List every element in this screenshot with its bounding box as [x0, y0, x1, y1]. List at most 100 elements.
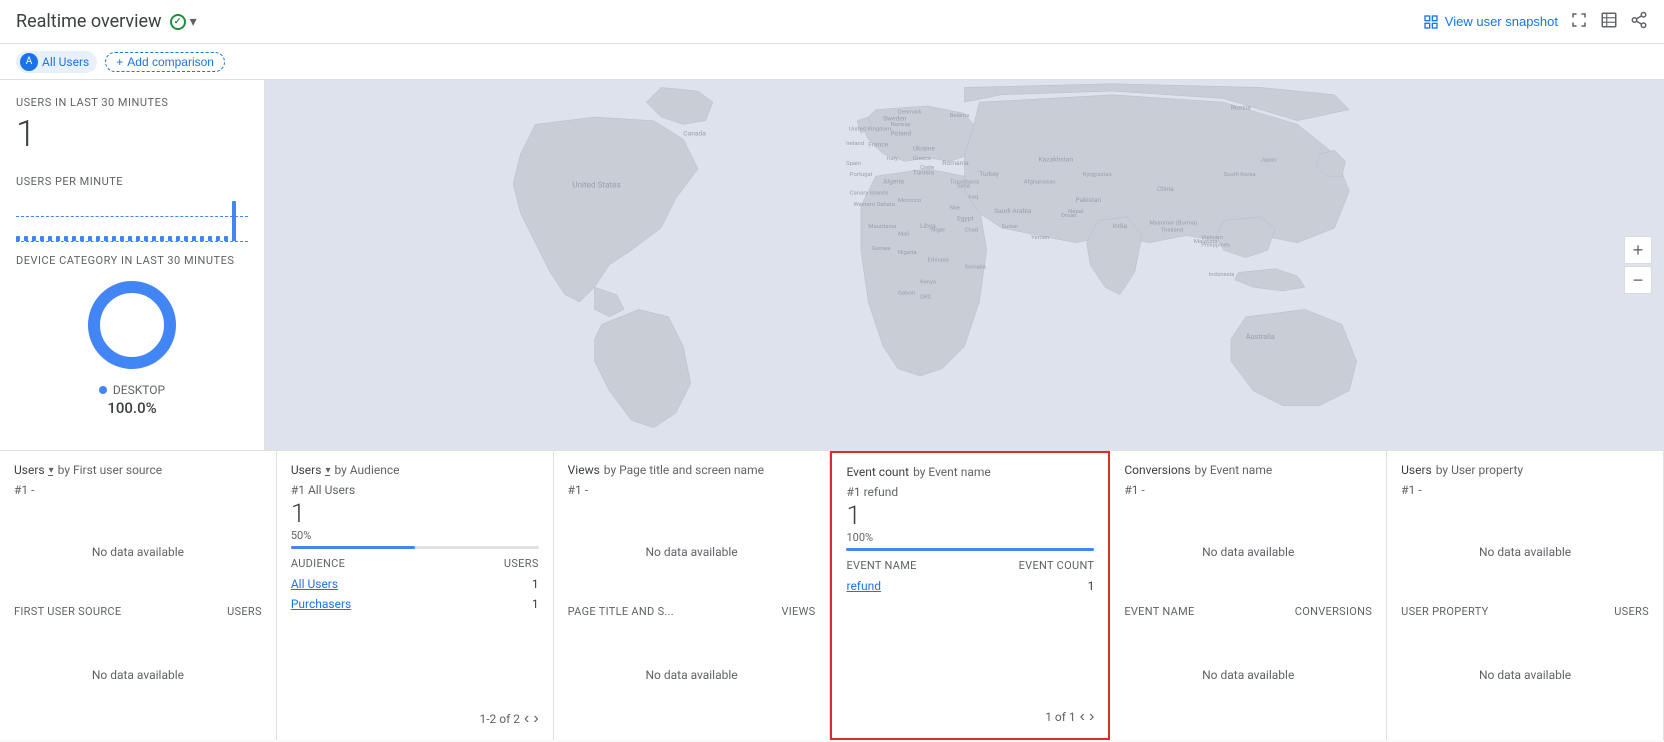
table-button[interactable] [1600, 11, 1618, 32]
svg-text:Afghanistan: Afghanistan [1024, 179, 1056, 186]
table-header: USER PROPERTY USERS [1401, 605, 1649, 618]
add-comparison-button[interactable]: + Add comparison [105, 52, 225, 72]
card-card-1: Users ▾ by First user source#1 -No data … [0, 451, 277, 740]
table-header: AUDIENCEUSERS [291, 557, 539, 570]
svg-text:Romania: Romania [942, 159, 969, 167]
row-name[interactable]: All Users [291, 577, 338, 591]
zoom-out-button[interactable]: − [1624, 266, 1652, 294]
table-icon [1600, 11, 1618, 29]
svg-text:India: India [1113, 222, 1128, 230]
card-title-main: Users [14, 463, 45, 477]
svg-text:Norway: Norway [891, 122, 911, 128]
dropdown-icon[interactable]: ▾ [325, 465, 330, 476]
svg-text:Morocco: Morocco [898, 198, 922, 204]
svg-text:Guinea: Guinea [872, 246, 890, 252]
card-card-4: Event count by Event name#1 refund1100%E… [830, 451, 1110, 740]
card-title-main: Event count [846, 465, 909, 479]
svg-text:Denmark: Denmark [898, 109, 922, 115]
all-users-chip[interactable]: A All Users [16, 51, 97, 73]
card-title: Event count by Event name [846, 465, 1094, 479]
card-title-suffix: by First user source [58, 463, 163, 477]
share-button[interactable] [1630, 11, 1648, 32]
device-category-section: DEVICE CATEGORY IN LAST 30 MINUTES DESKT… [16, 254, 248, 417]
svg-text:Canary Islands: Canary Islands [850, 191, 889, 197]
row-value: 1 [1088, 579, 1095, 593]
expand-button[interactable] [1570, 11, 1588, 32]
users-30min-value: 1 [16, 113, 248, 155]
page-title: Realtime overview [16, 11, 162, 32]
card-title-suffix: by Event name [913, 465, 991, 479]
card-title-main: Users [291, 463, 322, 477]
sparkline-chart [16, 192, 248, 242]
add-comparison-label: Add comparison [127, 55, 214, 69]
col2-header: VIEWS [781, 605, 815, 618]
header-dropdown-button[interactable]: ▾ [190, 13, 197, 30]
pagination-prev-button[interactable]: ‹ [1080, 708, 1085, 726]
users-30min-section: USERS IN LAST 30 MINUTES 1 [16, 96, 248, 155]
main-area: USERS IN LAST 30 MINUTES 1 USERS PER MIN… [0, 80, 1664, 450]
users-per-minute-section: USERS PER MINUTE [16, 175, 248, 242]
card-rank: #1 All Users [291, 483, 539, 497]
card-title-suffix: by Page title and screen name [604, 463, 764, 477]
svg-text:Nepal: Nepal [1068, 209, 1083, 215]
svg-text:Ireland: Ireland [846, 141, 864, 147]
svg-text:Ethiopia: Ethiopia [928, 257, 949, 263]
table-row: Purchasers 1 [291, 594, 539, 614]
svg-text:Mauritania: Mauritania [868, 224, 896, 230]
svg-text:Ukraine: Ukraine [913, 144, 936, 152]
col2-header: USERS [227, 605, 262, 618]
no-data-bottom: No data available [1479, 660, 1571, 690]
card-footer: 1 of 1 ‹› [846, 708, 1094, 726]
table-header: EVENT NAME EVENT COUNT [846, 559, 1094, 572]
svg-text:Sudan: Sudan [1002, 224, 1019, 230]
desktop-pct: 100.0% [107, 399, 156, 417]
col2-header: EVENT COUNT [1019, 559, 1095, 572]
card-title: Users by User property [1401, 463, 1649, 477]
svg-text:Crete: Crete [920, 165, 934, 171]
no-data-top: No data available [1202, 537, 1294, 567]
no-data-top: No data available [645, 537, 737, 567]
svg-text:United States: United States [572, 179, 620, 189]
col2-header: USERS [504, 557, 539, 570]
bottom-cards-row: Users ▾ by First user source #1 - No data … [0, 450, 1664, 740]
col1-header: USER PROPERTY [1401, 605, 1488, 618]
card-big-value: 1 [846, 501, 1094, 531]
view-snapshot-label: View user snapshot [1445, 14, 1558, 29]
svg-text:China: China [1157, 185, 1174, 193]
svg-text:Syria: Syria [957, 183, 970, 189]
card-rank: #1 - [14, 483, 262, 497]
no-data-top: No data available [1479, 537, 1571, 567]
expand-icon [1570, 11, 1588, 29]
progress-bar [846, 548, 1094, 551]
svg-text:Egypt: Egypt [957, 215, 974, 223]
col1-header: EVENT NAME [846, 559, 916, 572]
card-title-suffix: by Audience [334, 463, 399, 477]
row-name[interactable]: Purchasers [291, 597, 351, 611]
desktop-legend-dot [99, 386, 107, 394]
svg-text:Saudi Arabia: Saudi Arabia [994, 207, 1032, 215]
status-icon [170, 14, 186, 30]
zoom-in-button[interactable]: + [1624, 236, 1652, 264]
svg-text:Portugal: Portugal [850, 172, 872, 178]
view-snapshot-button[interactable]: View user snapshot [1423, 14, 1558, 30]
users-per-minute-label: USERS PER MINUTE [16, 175, 248, 188]
svg-text:Thailand: Thailand [1161, 228, 1184, 234]
col1-header: FIRST USER SOURCE [14, 605, 121, 618]
svg-text:Spain: Spain [846, 161, 861, 167]
pagination-prev-button[interactable]: ‹ [524, 710, 529, 728]
pagination-next-button[interactable]: › [1089, 708, 1094, 726]
header-status: ▾ [170, 13, 197, 30]
row-value: 1 [532, 577, 539, 591]
donut-chart [82, 275, 182, 375]
pagination-label: 1-2 of 2 [479, 712, 520, 726]
row-value: 1 [532, 597, 539, 611]
svg-text:Chad: Chad [965, 228, 979, 234]
dropdown-icon[interactable]: ▾ [49, 465, 54, 476]
row-name[interactable]: refund [846, 579, 881, 593]
pagination-next-button[interactable]: › [533, 710, 538, 728]
table-row: refund 1 [846, 576, 1094, 596]
col2-header: USERS [1614, 605, 1649, 618]
table-header: EVENT NAMECONVERSIONS [1124, 605, 1372, 618]
pagination-label: 1 of 1 [1045, 710, 1075, 724]
card-title: Conversions by Event name [1124, 463, 1372, 477]
